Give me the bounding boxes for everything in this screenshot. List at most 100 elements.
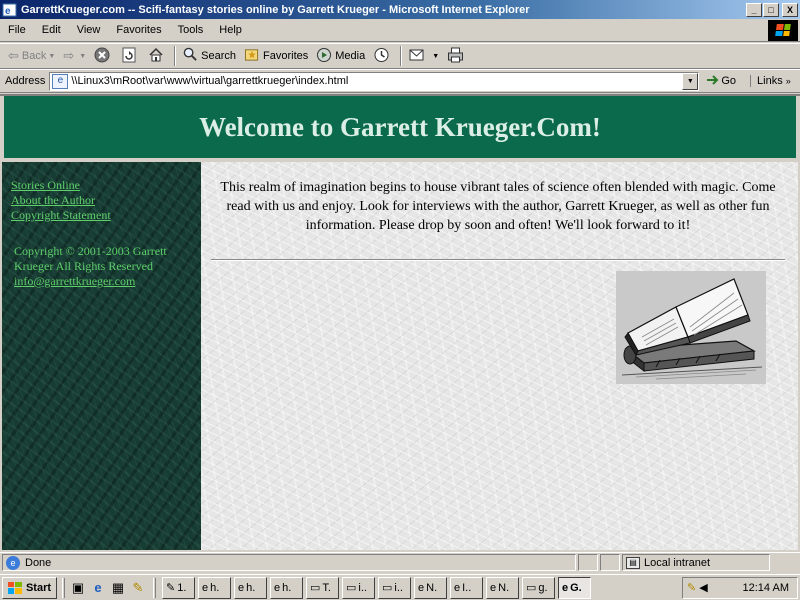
media-icon	[316, 47, 332, 66]
ie-launch-icon[interactable]: e	[88, 578, 108, 598]
task-ie-icon: e	[490, 581, 497, 594]
task-ie-icon: e	[238, 581, 245, 594]
search-button[interactable]: Search	[179, 45, 240, 67]
sidebar: Stories Online About the Author Copyrigh…	[2, 162, 201, 550]
taskbar-button[interactable]: e I..	[450, 576, 483, 599]
taskbar-button[interactable]: e h.	[198, 576, 231, 599]
svg-text:e: e	[5, 6, 11, 17]
back-button[interactable]: ⇦ Back ▼	[4, 45, 59, 67]
forward-button[interactable]: ⇨ ▼	[59, 45, 90, 67]
maximize-button[interactable]: □	[763, 2, 779, 17]
links-button[interactable]: Links»	[750, 75, 791, 87]
menu-file[interactable]: File	[0, 24, 34, 36]
quicklaunch-app-icon[interactable]: ▦	[108, 578, 128, 598]
ie-page-icon: e	[2, 3, 18, 17]
history-button[interactable]	[369, 45, 397, 67]
mail-button[interactable]: ▼	[405, 45, 443, 67]
taskbar-button[interactable]: e N.	[414, 576, 447, 599]
copyright-block: Copyright © 2001-2003 Garrett Krueger Al…	[14, 244, 184, 289]
address-url[interactable]: \\Linux3\mRoot\var\www\virtual\garrettkr…	[71, 75, 682, 87]
start-button[interactable]: Start	[2, 576, 57, 599]
task-folder-icon: ▭	[310, 582, 321, 594]
task-ie-icon: e	[418, 581, 425, 594]
toolbar-separator	[174, 46, 177, 66]
taskbar-grip[interactable]	[62, 577, 65, 598]
mail-icon	[409, 47, 427, 66]
taskbar-button[interactable]: ▭ i..	[378, 576, 411, 599]
show-desktop-icon[interactable]: ▣	[68, 578, 88, 598]
favorites-star-icon	[244, 47, 260, 65]
home-button[interactable]	[144, 45, 171, 67]
taskbar-button[interactable]: ▭ T.	[306, 576, 339, 599]
status-panel	[578, 554, 598, 571]
nav-links: Stories Online About the Author Copyrigh…	[11, 178, 111, 223]
window-title: GarrettKrueger.com -- Scifi-fantasy stor…	[21, 3, 530, 16]
standard-toolbar: ⇦ Back ▼ ⇨ ▼ Search Favorites Media ▼	[0, 43, 800, 69]
address-input[interactable]: e \\Linux3\mRoot\var\www\virtual\garrett…	[49, 71, 700, 91]
quicklaunch-tool-icon[interactable]: ✎	[128, 578, 148, 598]
status-main: e Done	[2, 554, 576, 571]
taskbar-button[interactable]: e N.	[486, 576, 519, 599]
taskbar-button[interactable]: ▭ i..	[342, 576, 375, 599]
print-button[interactable]	[443, 45, 471, 67]
nav-about-author-link[interactable]: About the Author	[11, 193, 111, 208]
zone-text: Local intranet	[644, 556, 711, 569]
status-text: Done	[25, 556, 52, 569]
media-button[interactable]: Media	[312, 45, 369, 67]
menu-favorites[interactable]: Favorites	[108, 24, 169, 36]
address-dropdown-icon[interactable]: ▼	[682, 72, 699, 90]
go-arrow-icon	[705, 73, 721, 90]
print-icon	[447, 47, 464, 66]
task-ie-icon: e	[274, 581, 281, 594]
main-content: This realm of imagination begins to hous…	[201, 162, 798, 550]
close-button[interactable]: X	[782, 2, 798, 17]
menu-view[interactable]: View	[69, 24, 109, 36]
minimize-button[interactable]: _	[746, 2, 762, 17]
toolbar-separator	[400, 46, 403, 66]
forward-dropdown-icon[interactable]: ▼	[79, 53, 86, 60]
stop-icon	[94, 47, 110, 66]
window-title-bar[interactable]: e GarrettKrueger.com -- Scifi-fantasy st…	[0, 0, 800, 19]
go-button[interactable]: Go	[705, 73, 736, 90]
refresh-button[interactable]	[117, 45, 144, 67]
history-icon	[373, 47, 390, 66]
security-zone: ▤ Local intranet	[622, 554, 770, 571]
menu-tools[interactable]: Tools	[170, 24, 212, 36]
windows-flag-icon	[7, 581, 22, 594]
nav-stories-online-link[interactable]: Stories Online	[11, 178, 111, 193]
status-bar: e Done ▤ Local intranet	[0, 552, 800, 572]
tray-tool-icon[interactable]: ✎	[687, 581, 696, 594]
back-arrow-icon: ⇦	[8, 48, 19, 63]
copyright-text: Copyright © 2001-2003 Garrett Krueger Al…	[14, 244, 167, 273]
menu-bar: File Edit View Favorites Tools Help	[0, 19, 800, 42]
menu-edit[interactable]: Edit	[34, 24, 69, 36]
forward-arrow-icon: ⇨	[63, 48, 75, 63]
taskbar-button-active[interactable]: e G.	[558, 576, 591, 599]
system-tray: ✎ ◀ 12:14 AM	[682, 576, 798, 599]
taskbar-button[interactable]: ▭ g.	[522, 576, 555, 599]
nav-copyright-statement-link[interactable]: Copyright Statement	[11, 208, 111, 223]
task-folder-icon: ▭	[382, 582, 393, 594]
open-book-image	[616, 271, 766, 384]
task-tool-icon: ✎	[166, 582, 176, 594]
browser-content: Welcome to Garrett Krueger.Com! Stories …	[0, 94, 800, 550]
task-folder-icon: ▭	[526, 582, 537, 594]
mail-dropdown-icon[interactable]: ▼	[432, 53, 439, 60]
taskbar-grip[interactable]	[153, 577, 156, 598]
address-bar: Address e \\Linux3\mRoot\var\www\virtual…	[0, 69, 800, 93]
horizontal-rule	[211, 259, 785, 261]
taskbar-button[interactable]: e h.	[234, 576, 267, 599]
clock[interactable]: 12:14 AM	[743, 582, 789, 594]
task-ie-icon: e	[202, 581, 209, 594]
menu-help[interactable]: Help	[211, 24, 250, 36]
stop-button[interactable]	[90, 45, 117, 67]
taskbar-button[interactable]: e h.	[270, 576, 303, 599]
taskbar-button[interactable]: ✎ 1.	[162, 576, 195, 599]
page-icon: e	[52, 73, 69, 89]
task-ie-icon: e	[454, 581, 461, 594]
favorites-button[interactable]: Favorites	[240, 45, 312, 67]
page-done-icon: e	[6, 555, 20, 570]
volume-icon[interactable]: ◀	[699, 581, 707, 594]
back-dropdown-icon[interactable]: ▼	[48, 53, 55, 60]
email-link[interactable]: info@garrettkrueger.com	[14, 274, 184, 289]
